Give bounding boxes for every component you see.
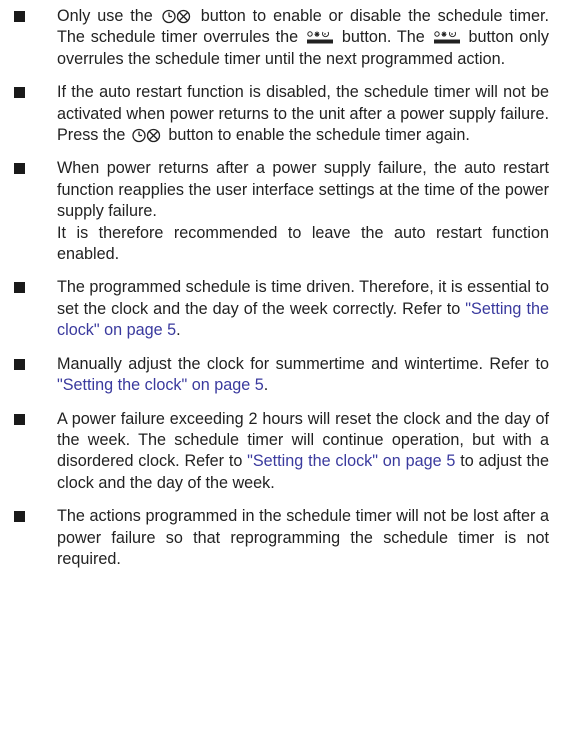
list-item: The actions programmed in the schedule t… [14, 506, 549, 570]
bullet-square [14, 358, 25, 370]
list-item: When power returns after a power supply … [14, 158, 549, 265]
bullet-list: Only use the button to enable or disable… [14, 6, 549, 570]
bullet-2-text-after: button to enable the schedule timer agai… [168, 126, 470, 145]
schedule-timer-button-icon [132, 128, 162, 143]
bullet-1-text-mid2: button. The [341, 28, 425, 47]
list-item: The programmed schedule is time driven. … [14, 277, 549, 341]
bullet-1-text-before: Only use the [57, 7, 153, 25]
bullet-square [14, 282, 25, 294]
bullet-5-text-before: Manually adjust the clock for summertime… [57, 354, 549, 373]
list-item: Only use the button to enable or disable… [14, 6, 549, 70]
bullet-square [14, 413, 25, 425]
bullet-3-paragraph-2: It is therefore recommended to leave the… [57, 223, 549, 264]
operation-mode-button-icon [433, 30, 461, 45]
bullet-7-text: The actions programmed in the schedule t… [57, 507, 549, 568]
bullet-square [14, 511, 25, 523]
setting-the-clock-link[interactable]: "Setting the clock" on page 5 [247, 452, 455, 470]
bullet-square [14, 11, 25, 22]
bullet-4-text-after: . [176, 321, 181, 340]
operation-mode-button-icon [306, 30, 334, 45]
list-item: A power failure exceeding 2 hours will r… [14, 409, 549, 495]
schedule-timer-button-icon [162, 9, 192, 24]
list-item: If the auto restart function is disabled… [14, 82, 549, 146]
list-item: Manually adjust the clock for summertime… [14, 354, 549, 397]
bullet-square [14, 87, 25, 99]
bullet-5-text-after: . [263, 376, 269, 395]
bullet-square [14, 163, 25, 175]
setting-the-clock-link[interactable]: "Setting the clock" on page 5 [57, 376, 264, 394]
bullet-3-paragraph-1: When power returns after a power supply … [57, 159, 549, 221]
document-page: Only use the button to enable or disable… [0, 0, 567, 745]
